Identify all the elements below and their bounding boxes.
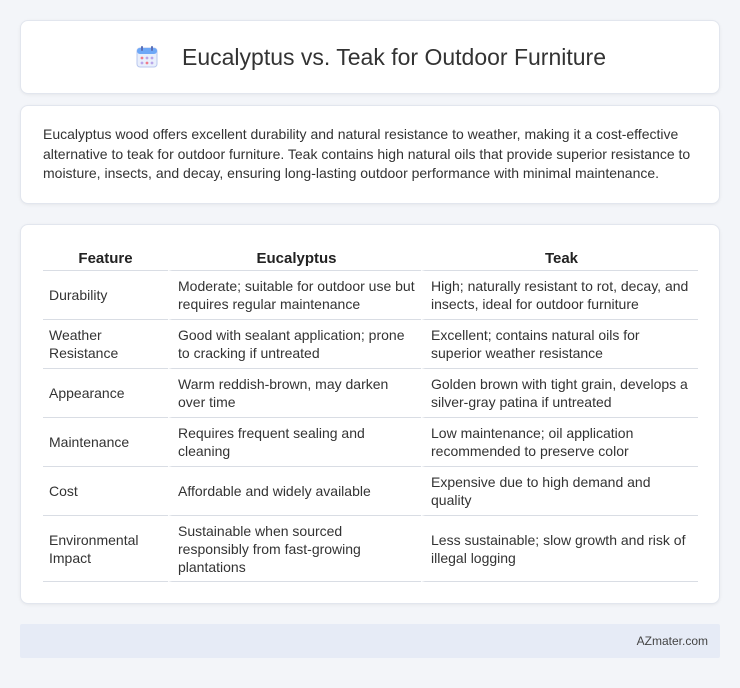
- table-row: Cost Affordable and widely available Exp…: [43, 467, 698, 516]
- eucalyptus-cell: Sustainable when sourced responsibly fro…: [168, 516, 421, 582]
- summary-card: Eucalyptus wood offers excellent durabil…: [20, 105, 720, 204]
- teak-cell: Excellent; contains natural oils for sup…: [421, 320, 698, 369]
- table-header-row: Feature Eucalyptus Teak: [43, 245, 698, 271]
- eucalyptus-cell: Warm reddish-brown, may darken over time: [168, 369, 421, 418]
- feature-cell: Cost: [43, 467, 168, 516]
- feature-cell: Maintenance: [43, 418, 168, 467]
- title-card: Eucalyptus vs. Teak for Outdoor Furnitur…: [20, 20, 720, 94]
- table-row: Appearance Warm reddish-brown, may darke…: [43, 369, 698, 418]
- header-feature: Feature: [43, 245, 168, 271]
- comparison-table: Feature Eucalyptus Teak Durability Moder…: [43, 245, 698, 582]
- teak-cell: High; naturally resistant to rot, decay,…: [421, 271, 698, 320]
- calendar-icon: [134, 44, 160, 70]
- eucalyptus-cell: Moderate; suitable for outdoor use but r…: [168, 271, 421, 320]
- table-row: Weather Resistance Good with sealant app…: [43, 320, 698, 369]
- footer: AZmater.com: [20, 624, 720, 658]
- feature-cell: Appearance: [43, 369, 168, 418]
- header-eucalyptus: Eucalyptus: [168, 245, 421, 271]
- teak-cell: Expensive due to high demand and quality: [421, 467, 698, 516]
- eucalyptus-cell: Affordable and widely available: [168, 467, 421, 516]
- eucalyptus-cell: Requires frequent sealing and cleaning: [168, 418, 421, 467]
- feature-cell: Durability: [43, 271, 168, 320]
- summary-text: Eucalyptus wood offers excellent durabil…: [43, 126, 691, 181]
- header-teak: Teak: [421, 245, 698, 271]
- comparison-card: Feature Eucalyptus Teak Durability Moder…: [20, 224, 720, 604]
- feature-cell: Weather Resistance: [43, 320, 168, 369]
- table-row: Maintenance Requires frequent sealing an…: [43, 418, 698, 467]
- teak-cell: Low maintenance; oil application recomme…: [421, 418, 698, 467]
- table-row: Environmental Impact Sustainable when so…: [43, 516, 698, 582]
- page-title: Eucalyptus vs. Teak for Outdoor Furnitur…: [182, 43, 606, 70]
- eucalyptus-cell: Good with sealant application; prone to …: [168, 320, 421, 369]
- teak-cell: Less sustainable; slow growth and risk o…: [421, 516, 698, 582]
- feature-cell: Environmental Impact: [43, 516, 168, 582]
- teak-cell: Golden brown with tight grain, develops …: [421, 369, 698, 418]
- footer-brand[interactable]: AZmater.com: [637, 634, 708, 648]
- table-row: Durability Moderate; suitable for outdoo…: [43, 271, 698, 320]
